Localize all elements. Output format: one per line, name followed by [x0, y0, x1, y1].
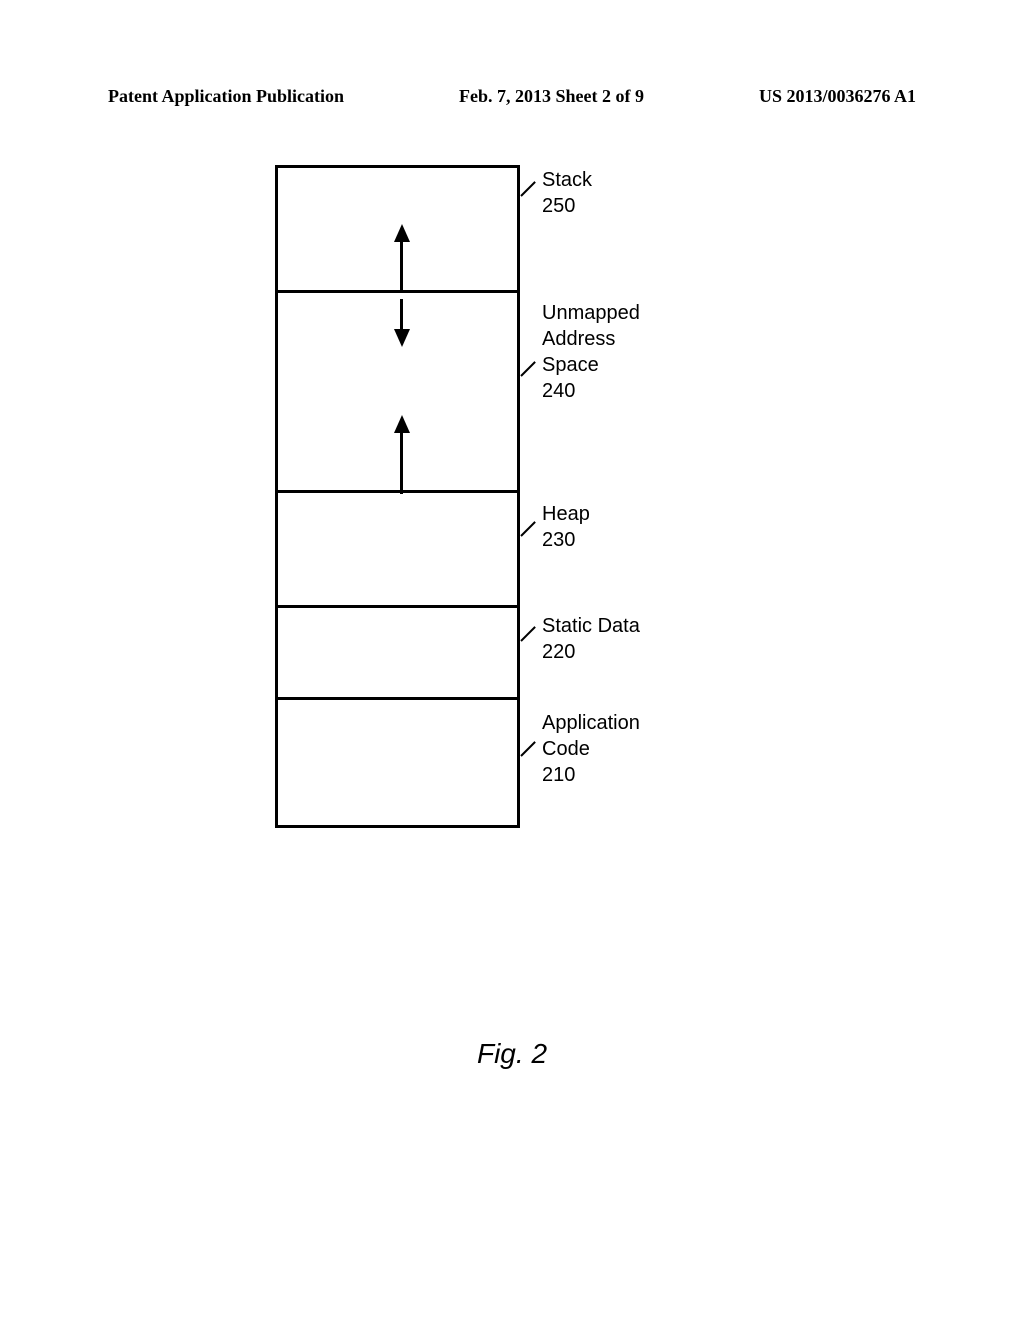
- memory-boxes: [275, 165, 520, 828]
- unmapped-label-ref: 240: [542, 380, 575, 402]
- leader-line-icon: [520, 626, 536, 642]
- unmapped-label-text: Unmapped Address Space: [542, 302, 640, 376]
- static-label: Static Data 220: [542, 613, 640, 665]
- heap-label-ref: 230: [542, 529, 575, 551]
- app-label: Application Code 210: [542, 710, 640, 788]
- app-label-text: Application Code: [542, 712, 640, 760]
- stack-label-text: Stack: [542, 169, 592, 191]
- unmapped-region: [278, 293, 517, 493]
- stack-label: Stack 250: [542, 167, 592, 219]
- static-label-ref: 220: [542, 641, 575, 663]
- unmapped-label: Unmapped Address Space 240: [542, 300, 640, 404]
- header-left: Patent Application Publication: [108, 86, 344, 107]
- leader-line-icon: [520, 181, 536, 197]
- leader-line-icon: [520, 521, 536, 537]
- memory-layout-diagram: Stack 250 Unmapped Address Space 240 Hea…: [275, 165, 775, 865]
- page-header: Patent Application Publication Feb. 7, 2…: [0, 0, 1024, 107]
- figure-caption: Fig. 2: [0, 1038, 1024, 1070]
- stack-label-ref: 250: [542, 195, 575, 217]
- header-right: US 2013/0036276 A1: [759, 86, 916, 107]
- leader-line-icon: [520, 361, 536, 377]
- app-label-ref: 210: [542, 764, 575, 786]
- header-center: Feb. 7, 2013 Sheet 2 of 9: [459, 86, 644, 107]
- application-code-region: [278, 700, 517, 825]
- static-label-text: Static Data: [542, 615, 640, 637]
- heap-label: Heap 230: [542, 501, 590, 553]
- leader-line-icon: [520, 741, 536, 757]
- static-data-region: [278, 608, 517, 700]
- heap-label-text: Heap: [542, 503, 590, 525]
- heap-region: [278, 493, 517, 608]
